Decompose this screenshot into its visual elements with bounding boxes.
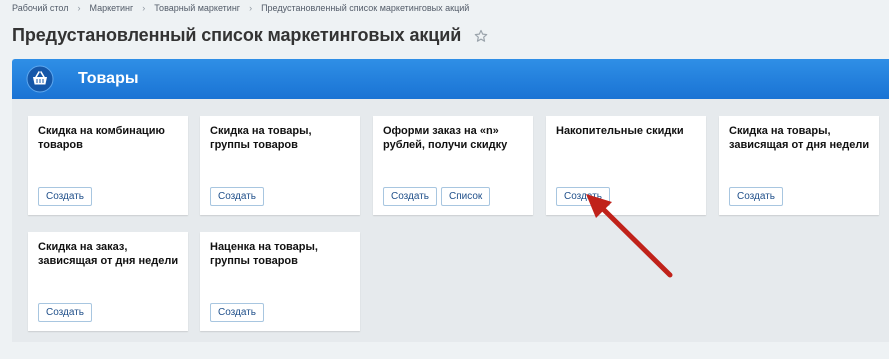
card-product-group-discount: Скидка на товары, группы товаров Создать	[200, 116, 360, 215]
card-product-markup: Наценка на товары, группы товаров Создат…	[200, 232, 360, 331]
breadcrumb-item-desktop[interactable]: Рабочий стол	[12, 3, 69, 13]
basket-icon	[26, 65, 54, 93]
section-title: Товары	[78, 70, 139, 87]
star-icon[interactable]	[474, 29, 488, 43]
card-weekday-product-discount: Скидка на товары, зависящая от дня недел…	[719, 116, 879, 215]
card-title: Наценка на товары, группы товаров	[210, 241, 318, 267]
card-title: Скидка на товары, зависящая от дня недел…	[729, 125, 870, 151]
list-button[interactable]: Список	[441, 187, 491, 206]
create-button[interactable]: Создать	[729, 187, 784, 206]
card-title: Накопительные скидки	[556, 125, 684, 137]
card-order-amount-discount: Оформи заказ на «n» рублей, получи скидк…	[373, 116, 533, 215]
breadcrumb-item-marketing[interactable]: Маркетинг	[90, 3, 134, 13]
products-section: Товары Скидка на комбинацию товаров Созд…	[12, 59, 889, 342]
page-title: Предустановленный список маркетинговых а…	[12, 25, 462, 45]
card-title: Скидка на комбинацию товаров	[38, 125, 165, 151]
create-button[interactable]: Создать	[38, 187, 93, 206]
title-row: Предустановленный список маркетинговых а…	[12, 25, 488, 46]
create-button[interactable]: Создать	[383, 187, 438, 206]
breadcrumb-item-product-marketing[interactable]: Товарный маркетинг	[154, 3, 240, 13]
card-combination-discount: Скидка на комбинацию товаров Создать	[28, 116, 188, 215]
card-title: Оформи заказ на «n» рублей, получи скидк…	[383, 125, 508, 151]
create-button[interactable]: Создать	[38, 303, 93, 322]
breadcrumb-item-current[interactable]: Предустановленный список маркетинговых а…	[261, 3, 469, 13]
breadcrumb-separator-icon: ›	[77, 3, 81, 13]
breadcrumb-separator-icon: ›	[249, 3, 253, 13]
card-title: Скидка на товары, группы товаров	[210, 125, 312, 151]
breadcrumb: Рабочий стол › Маркетинг › Товарный марк…	[12, 3, 469, 13]
breadcrumb-separator-icon: ›	[142, 3, 146, 13]
card-weekday-order-discount: Скидка на заказ, зависящая от дня недели…	[28, 232, 188, 331]
create-button[interactable]: Создать	[210, 303, 265, 322]
card-title: Скидка на заказ, зависящая от дня недели	[38, 241, 179, 267]
section-header: Товары	[12, 59, 889, 99]
create-button[interactable]: Создать	[210, 187, 265, 206]
annotation-arrow-icon	[586, 194, 673, 278]
